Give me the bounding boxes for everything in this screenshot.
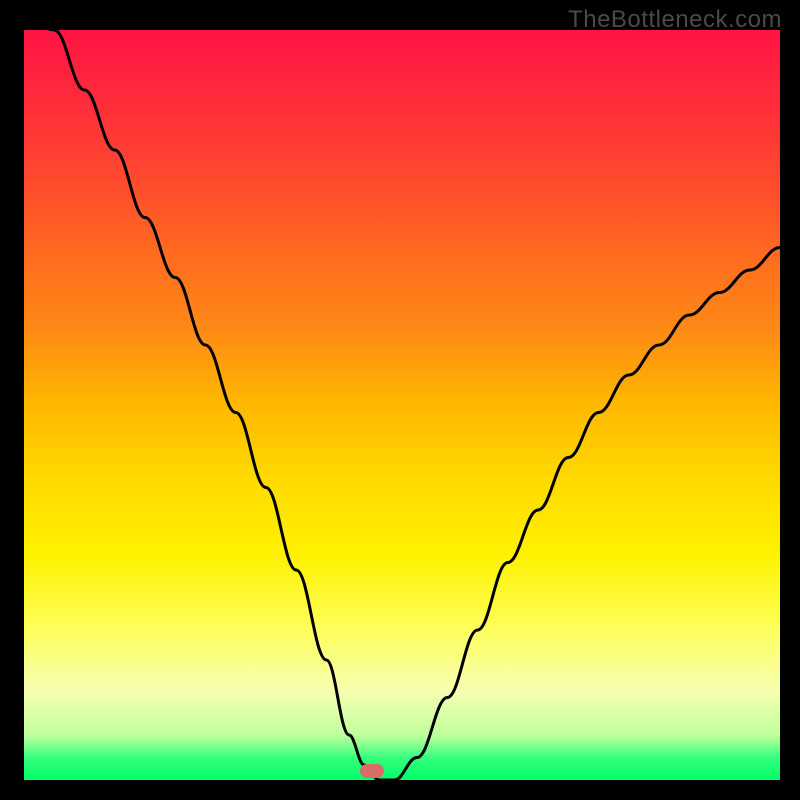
optimal-point-marker (360, 764, 384, 778)
bottleneck-curve (24, 30, 780, 780)
bottleneck-curve-svg (24, 30, 780, 780)
watermark-text: TheBottleneck.com (568, 6, 782, 34)
chart-plot-area (24, 30, 780, 780)
